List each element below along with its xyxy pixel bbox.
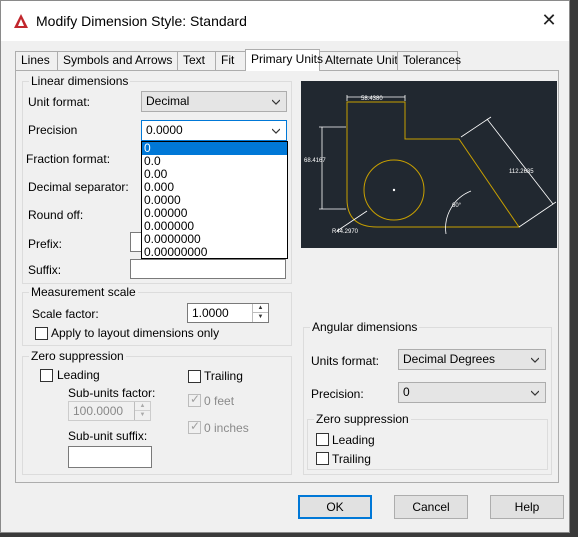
- precision-value: 0.0000: [146, 123, 183, 137]
- precision-dropdown-list: 0 0.0 0.00 0.000 0.0000 0.00000 0.000000…: [141, 141, 288, 259]
- angular-units-format-label: Units format:: [311, 354, 380, 368]
- preview-dim-radius: R44.2970: [332, 229, 359, 235]
- angular-precision-label: Precision:: [311, 387, 364, 401]
- scale-factor-input[interactable]: 1.0000 ▲ ▼: [187, 303, 269, 323]
- spin-down-icon[interactable]: ▼: [253, 313, 268, 322]
- feet-checkbox[interactable]: ✓: [188, 392, 201, 407]
- trailing-label: Trailing: [204, 369, 243, 383]
- cancel-button[interactable]: Cancel: [394, 495, 468, 519]
- chevron-down-icon: [531, 357, 539, 363]
- sub-units-factor-label: Sub-units factor:: [68, 386, 156, 400]
- tab-tolerances[interactable]: Tolerances: [397, 51, 461, 70]
- check-icon: ✓: [190, 419, 201, 433]
- autocad-app-icon: [14, 14, 28, 28]
- sub-unit-suffix-input[interactable]: [68, 446, 152, 468]
- trailing-checkbox[interactable]: [188, 370, 201, 383]
- leading-checkbox[interactable]: [40, 369, 53, 382]
- precision-label: Precision: [28, 123, 78, 137]
- tab-text[interactable]: Text: [177, 51, 216, 70]
- angular-trailing-label: Trailing: [332, 452, 371, 466]
- spin-up-icon[interactable]: ▲: [135, 402, 150, 411]
- scale-factor-label: Scale factor:: [32, 307, 99, 321]
- preview-dim-right: 112.2635: [509, 169, 534, 175]
- unit-format-value: Decimal: [146, 94, 190, 108]
- angular-precision-value: 0: [403, 385, 410, 399]
- linear-dimensions-title: Linear dimensions: [31, 74, 129, 88]
- decimal-separator-label: Decimal separator:: [28, 180, 129, 194]
- precision-option[interactable]: 0: [142, 142, 287, 155]
- chevron-down-icon: [272, 128, 280, 134]
- angular-leading-checkbox[interactable]: [316, 433, 329, 446]
- ok-button[interactable]: OK: [298, 495, 372, 519]
- measurement-scale-title: Measurement scale: [31, 285, 136, 299]
- precision-option[interactable]: 0.00000000: [142, 246, 287, 259]
- inches-checkbox[interactable]: ✓: [188, 419, 201, 434]
- sub-units-factor-spinner[interactable]: ▲ ▼: [134, 402, 150, 420]
- dimension-preview: 58.4380 68.4167 112.2635 60° R44.2970: [301, 81, 557, 248]
- spin-up-icon[interactable]: ▲: [253, 304, 268, 313]
- tab-fit[interactable]: Fit: [215, 51, 246, 70]
- scale-factor-spinner[interactable]: ▲ ▼: [252, 304, 268, 322]
- angular-dimensions-title: Angular dimensions: [312, 320, 418, 334]
- layout-only-checkbox[interactable]: [35, 327, 48, 340]
- tab-symbols-and-arrows[interactable]: Symbols and Arrows: [57, 51, 178, 70]
- window-title: Modify Dimension Style: Standard: [36, 13, 247, 29]
- scale-factor-value: 1.0000: [192, 306, 229, 320]
- unit-format-label: Unit format:: [28, 95, 91, 109]
- title-bar: Modify Dimension Style: Standard ✕: [1, 1, 569, 41]
- close-button[interactable]: ✕: [539, 10, 559, 30]
- tab-primary-units[interactable]: Primary Units: [245, 49, 323, 71]
- feet-label: 0 feet: [204, 394, 235, 408]
- spin-down-icon[interactable]: ▼: [135, 411, 150, 420]
- sub-unit-suffix-label: Sub-unit suffix:: [68, 429, 148, 443]
- chevron-down-icon: [272, 99, 280, 105]
- suffix-input[interactable]: [130, 259, 286, 279]
- sub-units-factor-value: 100.0000: [73, 404, 124, 418]
- inches-label: 0 inches: [204, 421, 249, 435]
- tab-lines[interactable]: Lines: [15, 51, 58, 70]
- angular-trailing-checkbox[interactable]: [316, 452, 329, 465]
- suffix-label: Suffix:: [28, 263, 62, 277]
- fraction-format-label: Fraction format:: [26, 152, 111, 166]
- chevron-down-icon: [531, 390, 539, 396]
- modify-dimension-style-dialog: Modify Dimension Style: Standard ✕ Lines…: [0, 0, 570, 533]
- leading-label: Leading: [57, 368, 100, 382]
- check-icon: ✓: [190, 392, 201, 406]
- tab-alternate-units[interactable]: Alternate Units: [319, 51, 404, 70]
- angular-units-format-select[interactable]: Decimal Degrees: [398, 349, 546, 370]
- sub-units-factor-input[interactable]: 100.0000 ▲ ▼: [68, 401, 151, 421]
- precision-select[interactable]: 0.0000: [141, 120, 287, 141]
- unit-format-select[interactable]: Decimal: [141, 91, 287, 112]
- angular-leading-label: Leading: [332, 433, 375, 447]
- zero-suppression-title: Zero suppression: [31, 349, 124, 363]
- angular-precision-select[interactable]: 0: [398, 382, 546, 403]
- prefix-label: Prefix:: [28, 237, 63, 251]
- angular-zero-suppression-title: Zero suppression: [316, 412, 409, 426]
- round-off-label: Round off:: [28, 208, 84, 222]
- preview-dim-angle: 60°: [452, 203, 462, 209]
- layout-only-label: Apply to layout dimensions only: [51, 326, 220, 340]
- preview-dim-left: 68.4167: [304, 158, 326, 164]
- angular-units-format-value: Decimal Degrees: [403, 352, 496, 366]
- help-button[interactable]: Help: [490, 495, 564, 519]
- preview-dim-top: 58.4380: [361, 96, 383, 102]
